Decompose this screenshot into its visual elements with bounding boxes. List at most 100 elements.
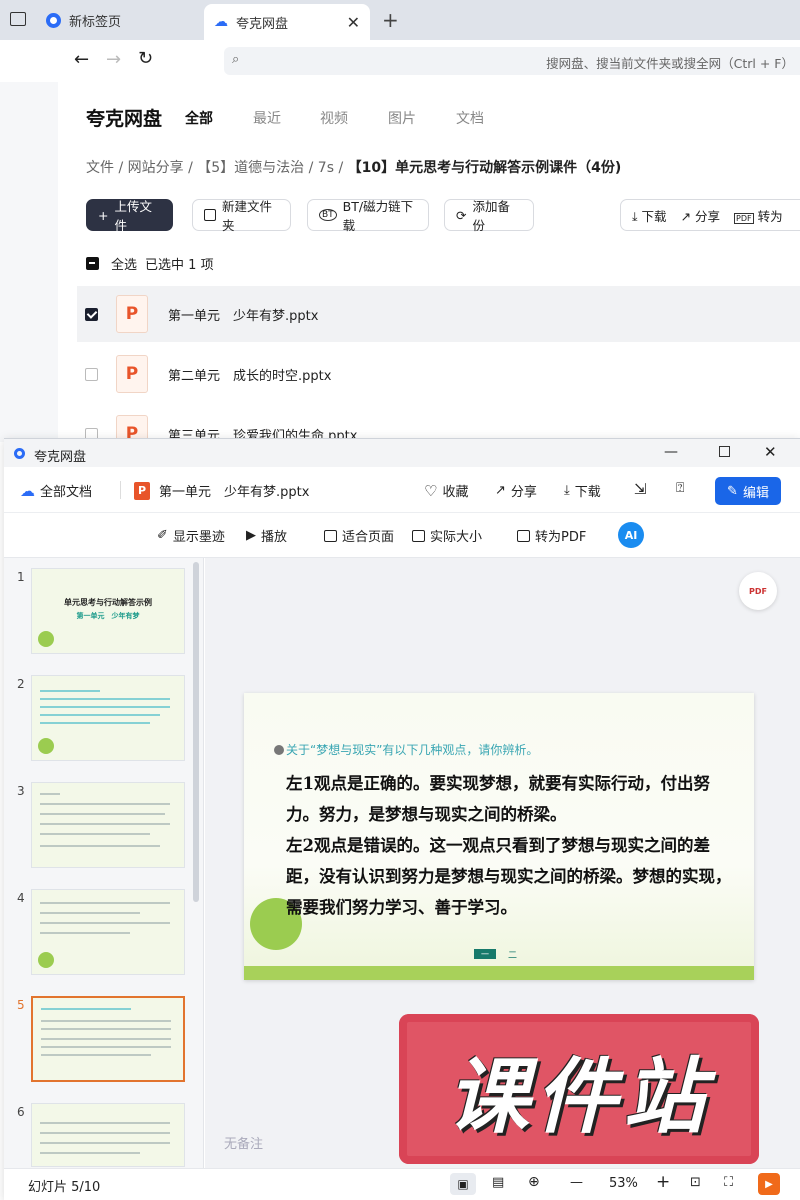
- to-pdf-button[interactable]: 转为PDF: [517, 526, 586, 545]
- plus-icon: +: [98, 207, 109, 223]
- selection-bar: 全选 已选中 1 项: [86, 254, 214, 273]
- tab-quark-drive[interactable]: ☁ 夸克网盘 ✕: [204, 4, 370, 40]
- zoom-in-button[interactable]: +: [656, 1172, 670, 1192]
- edit-button[interactable]: ✎ 编辑: [715, 477, 781, 505]
- to-pdf-label: 转为PDF: [535, 530, 587, 545]
- share-action[interactable]: ↗ 分享: [681, 206, 720, 225]
- thumbnail-scrollbar[interactable]: [193, 562, 199, 902]
- breadcrumb-item[interactable]: 网站分享: [128, 160, 184, 176]
- upload-label: 上传文件: [114, 199, 152, 233]
- thumb-number: 6: [17, 1105, 25, 1119]
- collect-button[interactable]: ♡ 收藏: [424, 481, 468, 501]
- select-all-checkbox[interactable]: [86, 257, 99, 270]
- viewer-titlebar: 夸克网盘 — ✕: [4, 439, 800, 469]
- zoom-out-button[interactable]: —: [570, 1175, 583, 1190]
- grid-view-icon[interactable]: ▤: [492, 1175, 504, 1190]
- minimize-icon[interactable]: —: [664, 444, 678, 460]
- globe-icon[interactable]: ⊕: [528, 1174, 540, 1190]
- breadcrumb-item[interactable]: 7s: [318, 160, 334, 176]
- slide-thumbnail-current[interactable]: [31, 996, 185, 1082]
- reload-icon[interactable]: ↻: [138, 48, 153, 69]
- new-tab-button[interactable]: +: [372, 0, 409, 40]
- bullet-icon: [274, 745, 284, 755]
- save-to-icon[interactable]: ⇲: [634, 480, 647, 498]
- file-row[interactable]: P 第二单元 成长的时空.pptx: [77, 346, 800, 402]
- nav-all[interactable]: 全部: [185, 108, 213, 128]
- fit-icon[interactable]: ⊡: [690, 1175, 701, 1190]
- row-checkbox[interactable]: [85, 307, 98, 321]
- slide-thumbnail[interactable]: [31, 675, 185, 761]
- bt-download-button[interactable]: BT BT/磁力链下载: [307, 199, 429, 233]
- address-placeholder: 搜网盘、搜当前文件夹或搜全网（Ctrl + F）: [546, 56, 794, 71]
- show-ink-button[interactable]: ✐ 显示墨迹: [157, 526, 225, 545]
- normal-view-icon[interactable]: ▣: [450, 1173, 476, 1195]
- download-label: 下载: [574, 485, 601, 500]
- thumb-line: [40, 932, 130, 934]
- play-icon: ▶: [246, 528, 256, 543]
- close-icon[interactable]: ✕: [764, 443, 777, 461]
- forward-arrow-icon[interactable]: →: [106, 49, 121, 70]
- new-folder-button[interactable]: 新建文件夹: [192, 199, 291, 233]
- thumb-line: [40, 813, 165, 815]
- row-checkbox[interactable]: [85, 367, 98, 381]
- nav-image[interactable]: 图片: [388, 108, 416, 128]
- nav-doc[interactable]: 文档: [456, 108, 484, 128]
- play-button[interactable]: ▶ 播放: [246, 526, 287, 545]
- to-pdf-action[interactable]: PDF 转为: [734, 206, 783, 225]
- maximize-icon[interactable]: [719, 446, 730, 457]
- slide-body: 左1观点是正确的。要实现梦想，就要有实际行动，付出努力。努力，是梦想与现实之间的…: [286, 768, 736, 923]
- breadcrumb: 文件 / 网站分享 / 【5】道德与法治 / 7s / 【10】单元思考与行动解…: [86, 157, 621, 177]
- zoom-level: 53%: [609, 1176, 638, 1191]
- breadcrumb-item[interactable]: 【5】道德与法治: [197, 160, 304, 176]
- to-pdf-label: 转为: [757, 208, 783, 224]
- heart-icon: ♡: [424, 481, 438, 500]
- nav-video[interactable]: 视频: [320, 108, 348, 128]
- breadcrumb-sep: /: [338, 160, 344, 176]
- tree-decoration: [38, 952, 54, 968]
- thumb-line: [40, 902, 170, 904]
- tab-new-tab[interactable]: 新标签页: [36, 0, 131, 40]
- all-docs-link[interactable]: ☁ 全部文档: [20, 481, 92, 501]
- slideshow-icon[interactable]: ▶: [758, 1173, 780, 1195]
- share-icon: ↗: [680, 208, 692, 224]
- add-backup-button[interactable]: ⟳ 添加备份: [444, 199, 534, 233]
- slide-intro-text: 关于“梦想与现实”有以下几种观点，请你辨析。: [286, 743, 539, 757]
- back-arrow-icon[interactable]: ←: [74, 49, 89, 70]
- nav-recent[interactable]: 最近: [253, 108, 281, 128]
- share-button[interactable]: ↗ 分享: [495, 481, 537, 500]
- download-action[interactable]: ⤓ 下载: [632, 206, 667, 225]
- file-row[interactable]: P 第一单元 少年有梦.pptx: [77, 286, 800, 342]
- app-logo-icon: [14, 448, 25, 459]
- fit-page-button[interactable]: 适合页面: [324, 526, 394, 545]
- pen-icon: ✎: [727, 483, 738, 499]
- slide-thumbnail[interactable]: [31, 1103, 185, 1167]
- thumb-line: [41, 1008, 131, 1010]
- feedback-icon[interactable]: ⍰: [676, 480, 684, 496]
- slide-intro: 关于“梦想与现实”有以下几种观点，请你辨析。: [274, 741, 539, 758]
- current-file: P 第一单元 少年有梦.pptx: [134, 481, 309, 500]
- select-all-label[interactable]: 全选: [111, 254, 137, 273]
- thumb-line: [40, 706, 170, 708]
- close-icon[interactable]: ✕: [347, 13, 360, 32]
- address-bar[interactable]: ⌕ 搜网盘、搜当前文件夹或搜全网（Ctrl + F）: [224, 47, 800, 75]
- fullscreen-icon[interactable]: ⛶: [724, 1175, 733, 1190]
- slide-thumbnail[interactable]: [31, 889, 185, 975]
- pdf-convert-float-button[interactable]: PDF: [739, 572, 777, 610]
- actual-size-label: 实际大小: [430, 530, 483, 545]
- grass-decoration: [244, 966, 754, 980]
- actual-size-button[interactable]: 实际大小: [412, 526, 482, 545]
- thumb-number: 2: [17, 677, 25, 691]
- slide-thumbnail[interactable]: [31, 782, 185, 868]
- download-button[interactable]: ⤓ 下载: [564, 481, 601, 500]
- upload-button[interactable]: + 上传文件: [86, 199, 173, 233]
- thumb-line: [41, 1028, 171, 1030]
- bt-icon: BT: [319, 209, 337, 221]
- cloud-icon: ☁: [214, 14, 228, 30]
- ai-assistant-icon[interactable]: AI: [618, 522, 644, 548]
- thumb-title: 单元思考与行动解答示例: [64, 598, 152, 607]
- viewer-toolbar: ✐ 显示墨迹 ▶ 播放 适合页面 实际大小 转为PDF AI: [4, 513, 800, 558]
- breadcrumb-item[interactable]: 文件: [86, 160, 114, 176]
- tab-search-icon[interactable]: [10, 12, 26, 26]
- thumb-number: 1: [17, 570, 25, 584]
- slide-thumbnail[interactable]: 单元思考与行动解答示例 第一单元 少年有梦: [31, 568, 185, 654]
